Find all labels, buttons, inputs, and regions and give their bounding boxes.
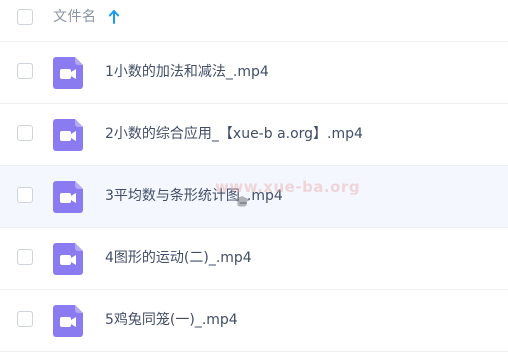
file-row[interactable]: 4图形的运动(二)_.mp4 [0, 228, 508, 290]
video-file-icon [53, 181, 83, 213]
select-all-checkbox[interactable] [17, 9, 33, 25]
filename-column-header[interactable]: 文件名 [53, 7, 97, 27]
video-file-icon [53, 305, 83, 337]
file-checkbox[interactable] [17, 249, 33, 265]
graduation-cap-icon [234, 196, 250, 207]
file-checkbox[interactable] [17, 187, 33, 203]
file-checkbox[interactable] [17, 125, 33, 141]
arrow-up-icon[interactable] [108, 9, 120, 25]
file-checkbox[interactable] [17, 311, 33, 327]
video-file-icon [53, 243, 83, 275]
file-list-page: 文件名 1小数的加法和减法_.mp4 2小数的综合应用_【xue-b a.org… [0, 0, 508, 355]
file-name[interactable]: 1小数的加法和减法_.mp4 [105, 62, 269, 82]
file-name[interactable]: 2小数的综合应用_【xue-b a.org】.mp4 [105, 124, 363, 144]
file-checkbox[interactable] [17, 63, 33, 79]
file-row[interactable]: 1小数的加法和减法_.mp4 [0, 42, 508, 104]
file-row[interactable]: 3平均数与条形统计图_.mp4 [0, 166, 508, 228]
file-name[interactable]: 4图形的运动(二)_.mp4 [105, 248, 252, 268]
file-name[interactable]: 5鸡兔同笼(一)_.mp4 [105, 310, 238, 330]
file-row[interactable]: 2小数的综合应用_【xue-b a.org】.mp4 [0, 104, 508, 166]
video-file-icon [53, 119, 83, 151]
file-row[interactable]: 5鸡兔同笼(一)_.mp4 [0, 290, 508, 352]
file-list-header: 文件名 [0, 0, 508, 42]
video-file-icon [53, 57, 83, 89]
